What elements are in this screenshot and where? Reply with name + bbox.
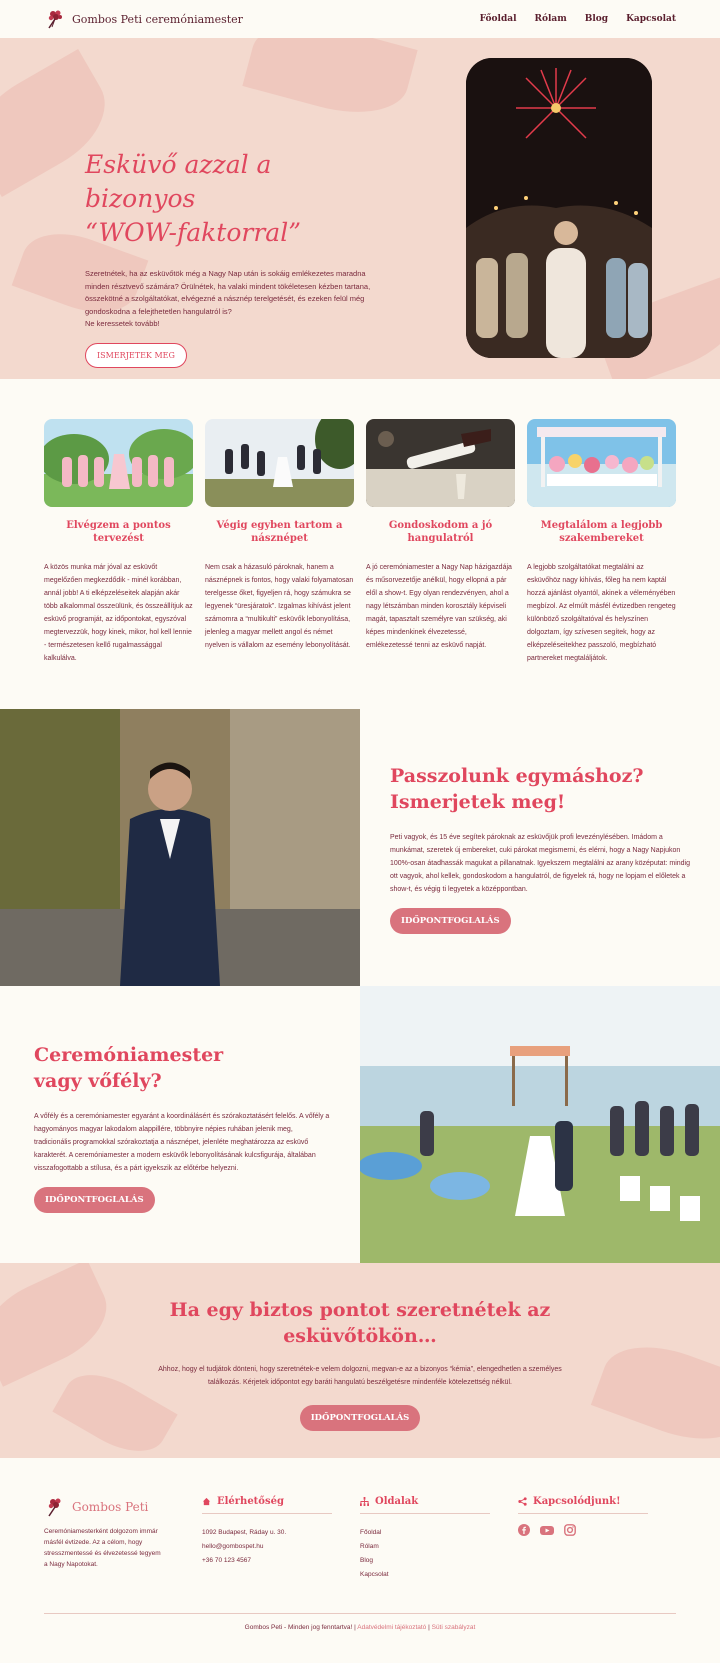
about-title-line1: Passzolunk egymáshoz? — [390, 765, 644, 787]
about-title-line2: Ismerjetek meg! — [390, 791, 566, 813]
footer-link-fooldal[interactable]: Főoldal — [360, 1526, 518, 1540]
footer-pages: Oldalak Főoldal Rólam Blog Kapcsolat — [360, 1496, 518, 1613]
site-footer: Gombos Peti Ceremóniamesterként dolgozom… — [0, 1458, 720, 1658]
hero-body: Szeretnétek, ha az esküvőtök még a Nagy … — [85, 269, 371, 316]
about-section: Passzolunk egymáshoz? Ismerjetek meg! Pe… — [0, 709, 720, 986]
services-section: Elvégzem a pontos tervezést A közös munk… — [0, 379, 720, 709]
nav-blog[interactable]: Blog — [585, 14, 608, 24]
service-body: Nem csak a házasuló pároknak, hanem a ná… — [205, 564, 354, 649]
copyright-text: Gombos Peti - Minden jog fenntartva! — [244, 1624, 353, 1631]
hero-title-line1: Esküvő azzal a bizonyos — [85, 150, 272, 213]
nav-fooldal[interactable]: Főoldal — [480, 14, 517, 24]
footer-link-rolam[interactable]: Rólam — [360, 1540, 518, 1554]
service-title: Megtalálom a legjobb szakembereket — [540, 520, 663, 544]
instagram-icon[interactable] — [564, 1524, 576, 1536]
service-body: A legjobb szolgáltatókat megtalálni az e… — [527, 564, 676, 662]
site-header: Gombos Peti ceremóniamester Főoldal Róla… — [0, 0, 720, 38]
service-card-guests: Végig egyben tartom a násznépet Nem csak… — [205, 419, 354, 709]
home-icon — [202, 1497, 211, 1506]
hero-fireworks-photo — [466, 58, 652, 358]
contact-heading: Elérhetőség — [202, 1496, 332, 1514]
cta-title-line2: esküvőtökön… — [283, 1325, 437, 1347]
about-body: Peti vagyok, és 15 éve segítek pároknak … — [390, 834, 691, 893]
cta-body: Ahhoz, hogy el tudjátok dönteni, hogy sz… — [158, 1366, 562, 1386]
hero-text: Esküvő azzal a bizonyos “WOW-faktorral” … — [85, 148, 385, 368]
hero-section: Esküvő azzal a bizonyos “WOW-faktorral” … — [0, 38, 720, 379]
footer-link-blog[interactable]: Blog — [360, 1554, 518, 1568]
about-title: Passzolunk egymáshoz? Ismerjetek meg! — [390, 763, 690, 815]
service-body: A jó ceremóniamester a Nagy Nap házigazd… — [366, 564, 512, 649]
contact-title: Elérhetőség — [217, 1496, 284, 1507]
vofely-title-line2: vagy vőfély? — [34, 1070, 162, 1092]
vofely-title: Ceremóniamester vagy vőfély? — [34, 1042, 330, 1094]
youtube-icon[interactable] — [540, 1524, 554, 1536]
booking-button[interactable]: IDŐPONTFOGLALÁS — [390, 908, 511, 934]
hero-title-line2: “WOW-faktorral” — [85, 218, 301, 247]
copyright-bar: Gombos Peti - Minden jog fenntartva! | A… — [44, 1613, 676, 1631]
booking-button[interactable]: IDŐPONTFOGLALÁS — [299, 1405, 421, 1431]
share-icon — [518, 1497, 527, 1506]
flower-canopy-photo — [527, 419, 676, 507]
footer-brand-name: Gombos Peti — [72, 1500, 149, 1514]
footer-columns: Gombos Peti Ceremóniamesterként dolgozom… — [44, 1496, 676, 1613]
service-title: Gondoskodom a jó hangulatról — [388, 520, 493, 544]
meet-me-button[interactable]: ISMERJETEK MEG — [85, 342, 187, 368]
main-nav: Főoldal Rólam Blog Kapcsolat — [480, 14, 676, 24]
vofely-body: A vőfély és a ceremóniamester egyaránt a… — [34, 1113, 330, 1172]
cta-title: Ha egy biztos pontot szeretnétek az eskü… — [0, 1263, 720, 1349]
footer-phone[interactable]: +36 70 123 4567 — [202, 1554, 360, 1568]
footer-logo[interactable]: Gombos Peti — [44, 1496, 202, 1518]
groom-portrait-photo — [0, 709, 360, 986]
nav-kapcsolat[interactable]: Kapcsolat — [626, 14, 676, 24]
nav-rolam[interactable]: Rólam — [535, 14, 567, 24]
pages-title: Oldalak — [375, 1496, 419, 1507]
vofely-text: Ceremóniamester vagy vőfély? A vőfély és… — [0, 986, 360, 1263]
hero-title: Esküvő azzal a bizonyos “WOW-faktorral” — [85, 148, 385, 250]
footer-brand-desc: Ceremóniamesterként dolgozom immár másfé… — [44, 1528, 161, 1568]
service-body: A közös munka már jóval az esküvőt megel… — [44, 564, 193, 662]
decor-leaf — [242, 38, 418, 128]
social-heading: Kapcsolódjunk! — [518, 1496, 648, 1514]
brand[interactable]: Gombos Peti ceremóniamester — [44, 8, 243, 30]
cta-section: Ha egy biztos pontot szeretnétek az eskü… — [0, 1263, 720, 1458]
cookie-link[interactable]: Süti szabályzat — [432, 1624, 476, 1631]
bouquet-logo-icon — [48, 1498, 61, 1517]
vofely-title-line1: Ceremóniamester — [34, 1044, 224, 1066]
footer-address: 1092 Budapest, Ráday u. 30. — [202, 1529, 287, 1536]
beach-wedding-photo — [360, 986, 720, 1263]
wine-pouring-photo — [366, 419, 515, 507]
vofely-section: Ceremóniamester vagy vőfély? A vőfély és… — [0, 986, 720, 1263]
jumping-groomsmen-photo — [205, 419, 354, 507]
service-card-mood: Gondoskodom a jó hangulatról A jó ceremó… — [366, 419, 515, 709]
footer-brand: Gombos Peti Ceremóniamesterként dolgozom… — [44, 1496, 202, 1613]
social-icons — [518, 1524, 676, 1536]
footer-email[interactable]: hello@gombospet.hu — [202, 1540, 360, 1554]
about-text: Passzolunk egymáshoz? Ismerjetek meg! Pe… — [360, 709, 720, 986]
social-title: Kapcsolódjunk! — [533, 1496, 621, 1507]
footer-link-kapcsolat[interactable]: Kapcsolat — [360, 1568, 518, 1582]
sitemap-icon — [360, 1497, 369, 1506]
cta-title-line1: Ha egy biztos pontot szeretnétek az — [169, 1299, 551, 1321]
footer-contact: Elérhetőség 1092 Budapest, Ráday u. 30. … — [202, 1496, 360, 1613]
hero-body-cta: Ne keressetek tovább! — [85, 319, 160, 328]
brand-title: Gombos Peti ceremóniamester — [72, 12, 243, 26]
privacy-link[interactable]: Adatvédelmi tájékoztató — [357, 1624, 426, 1631]
footer-social: Kapcsolódjunk! — [518, 1496, 676, 1613]
service-card-vendors: Megtalálom a legjobb szakembereket A leg… — [527, 419, 676, 709]
bridesmaids-photo — [44, 419, 193, 507]
service-title: Végig egyben tartom a násznépet — [216, 520, 343, 544]
service-card-planning: Elvégzem a pontos tervezést A közös munk… — [44, 419, 193, 709]
pages-heading: Oldalak — [360, 1496, 490, 1514]
service-title: Elvégzem a pontos tervezést — [66, 520, 171, 544]
facebook-icon[interactable] — [518, 1524, 530, 1536]
bouquet-logo-icon — [48, 10, 62, 29]
booking-button[interactable]: IDŐPONTFOGLALÁS — [34, 1187, 155, 1213]
